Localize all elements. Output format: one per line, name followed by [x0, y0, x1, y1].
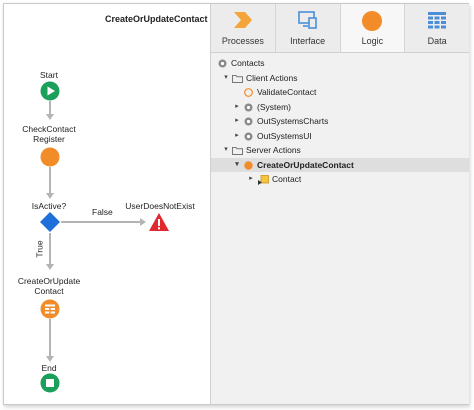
- entity-action-icon: [40, 299, 60, 319]
- folder-icon: [232, 74, 243, 83]
- input-parameter-icon: [258, 175, 269, 185]
- flow-canvas[interactable]: CreateOrUpdateContact Start CheckContact…: [4, 4, 210, 404]
- tree-item-validate-contact[interactable]: ValidateContact: [211, 85, 469, 100]
- connector-arrow: [46, 264, 54, 270]
- dependency-icon: [244, 132, 253, 140]
- false-branch-line: [61, 221, 141, 223]
- tree-item-label: OutSystemsUI: [257, 130, 312, 141]
- tree-item-label: Client Actions: [246, 72, 298, 83]
- tab-label: Interface: [290, 36, 326, 46]
- tree-item-create-or-update-contact[interactable]: ▾ CreateOrUpdateContact: [211, 157, 469, 173]
- tree-item-label: OutSystemsCharts: [257, 116, 329, 126]
- tree-item-contacts[interactable]: Contacts: [211, 56, 469, 71]
- tab-processes[interactable]: Processes: [211, 4, 276, 52]
- true-branch-label: True: [34, 240, 45, 258]
- create-update-node[interactable]: [40, 299, 60, 321]
- tab-interface[interactable]: Interface: [276, 4, 341, 52]
- end-label: End: [41, 363, 57, 373]
- caret-down-icon[interactable]: ▾: [222, 71, 230, 86]
- processes-chevron-icon: [233, 12, 252, 28]
- tab-logic[interactable]: Logic: [340, 4, 406, 52]
- tree-item-label: (System): [257, 101, 291, 112]
- connector-arrow: [46, 114, 54, 120]
- connector-line: [49, 101, 51, 115]
- if-label: IsActive?: [31, 201, 67, 211]
- check-contact-label-line1: CheckContact: [22, 124, 76, 134]
- tree-item-server-actions[interactable]: ▾ Server Actions: [211, 143, 469, 158]
- tab-label: Data: [427, 36, 447, 46]
- logic-circle-icon: [362, 11, 383, 31]
- server-action-circle-icon: [40, 147, 60, 167]
- raise-exception-node[interactable]: [148, 212, 170, 234]
- if-node[interactable]: [39, 211, 61, 235]
- tree-item-outsystems-charts[interactable]: ▸ OutSystemsCharts: [211, 114, 469, 129]
- interface-screen-icon: [297, 11, 317, 29]
- dependency-icon: [244, 103, 253, 111]
- flow-title: CreateOrUpdateContact: [105, 14, 208, 24]
- connector-arrow: [46, 193, 54, 199]
- logic-tree: Contacts ▾ Client Actions ValidateContac…: [211, 56, 469, 187]
- start-label: Start: [40, 70, 58, 80]
- tab-label: Processes: [221, 36, 264, 46]
- connector-arrow: [46, 356, 54, 362]
- caret-down-icon[interactable]: ▾: [222, 143, 230, 158]
- true-branch-line: [49, 233, 51, 265]
- false-branch-label: False: [92, 207, 113, 217]
- caret-down-icon[interactable]: ▾: [233, 158, 241, 173]
- tree-item-label: Contacts: [231, 58, 265, 68]
- tree-item-contact-param[interactable]: ▸ Contact: [211, 172, 469, 187]
- app-window: CreateOrUpdateContact Start CheckContact…: [3, 3, 469, 405]
- end-node[interactable]: [40, 373, 60, 395]
- end-stop-icon: [40, 373, 60, 393]
- caret-right-icon[interactable]: ▸: [233, 100, 241, 115]
- tree-item-label: Contact: [272, 174, 302, 184]
- module-icon: [218, 59, 227, 68]
- check-contact-label-line2: Register: [33, 134, 65, 144]
- connector-arrow: [140, 218, 146, 226]
- exception-label: UserDoesNotExist: [125, 201, 195, 211]
- start-node[interactable]: [40, 81, 60, 103]
- tree-item-client-actions[interactable]: ▾ Client Actions: [211, 71, 469, 86]
- tree-item-system[interactable]: ▸ (System): [211, 100, 469, 115]
- connector-line: [49, 167, 51, 194]
- dependency-icon: [244, 117, 253, 126]
- caret-right-icon[interactable]: ▸: [233, 114, 241, 129]
- elements-panel: Processes Interface Logic Data Contacts …: [210, 4, 469, 404]
- server-action-icon: [244, 160, 253, 170]
- create-update-label-line1: CreateOrUpdate: [17, 276, 81, 286]
- tab-data[interactable]: Data: [405, 4, 469, 52]
- caret-right-icon[interactable]: ▸: [247, 172, 255, 187]
- tab-label: Logic: [361, 36, 384, 46]
- warning-triangle-icon: [149, 213, 169, 231]
- tree-item-outsystems-ui[interactable]: ▸ OutSystemsUI: [211, 129, 469, 144]
- tree-item-label: Server Actions: [246, 145, 301, 155]
- folder-icon: [232, 147, 243, 155]
- tree-item-label: CreateOrUpdateContact: [257, 159, 354, 170]
- connector-line: [49, 319, 51, 357]
- client-action-icon: [244, 88, 253, 97]
- check-contact-node[interactable]: [40, 147, 60, 169]
- if-diamond-icon: [40, 212, 60, 232]
- start-play-icon: [40, 81, 60, 101]
- data-table-icon: [428, 12, 447, 29]
- tree-item-label: ValidateContact: [257, 87, 317, 97]
- create-update-label-line2: Contact: [34, 286, 64, 296]
- caret-right-icon[interactable]: ▸: [233, 129, 241, 144]
- panel-tabs: Processes Interface Logic Data: [211, 4, 469, 53]
